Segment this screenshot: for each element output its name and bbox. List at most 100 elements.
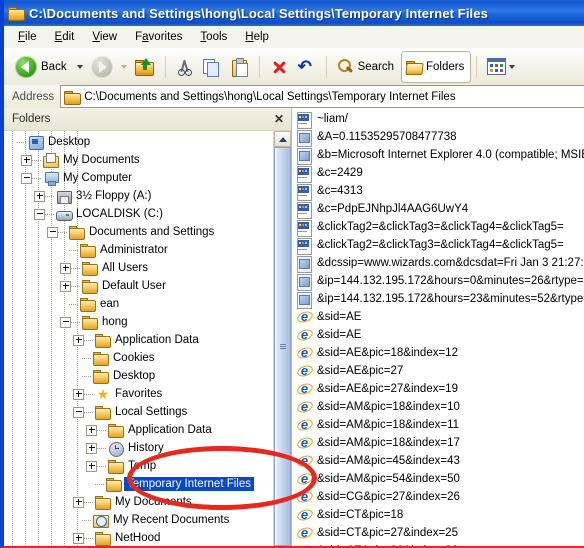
file-list-item[interactable]: e &sid=AM&pic=18&index=10 [292,398,584,416]
file-list-item[interactable]: e &sid=AM&pic=54&index=50 [292,470,584,488]
file-list-item[interactable]: e &sid=AE&pic=27 [292,362,584,380]
folders-button[interactable]: Folders [401,50,472,83]
file-list-item[interactable]: e &sid=AE&pic=27&index=19 [292,380,584,398]
toolbar-separator-2 [258,55,260,78]
forward-button[interactable] [86,51,118,83]
file-list-item[interactable]: &c=PdpEJNhpJl4AAG6UwY4 [292,200,584,219]
search-button[interactable]: Search [332,51,401,83]
tree-item[interactable]: My Documents [4,151,274,169]
file-list[interactable]: ~liam/ &A=0.11535295708477738 &b=Microsoft… [292,108,584,546]
address-input[interactable]: C:\Documents and Settings\hong\Local Set… [60,85,584,108]
tree-item[interactable]: Application Data [4,421,274,439]
file-list-item[interactable]: ~liam/ [292,110,584,129]
tree-item[interactable]: Administrator [4,241,274,259]
expand-plus-icon[interactable] [73,532,84,544]
expand-plus-icon[interactable] [73,496,84,508]
copy-button[interactable] [198,51,226,83]
file-list-item[interactable]: &ip=144.132.195.172&hours=23&minutes=52&… [292,290,584,309]
collapse-minus-icon[interactable] [60,316,71,328]
tree-item[interactable]: Documents and Settings [4,223,274,241]
file-list-item[interactable]: e &sid=AM&pic=18&index=11 [292,416,584,434]
views-button[interactable] [482,51,523,83]
expand-plus-icon[interactable] [34,190,45,202]
tree-item[interactable]: ean [4,295,274,313]
tree-item[interactable]: 3½ Floppy (A:) [4,187,274,205]
gif-file-icon [297,147,312,165]
tree-item[interactable]: Temp [4,457,274,475]
file-list-item[interactable]: &c=2429 [292,164,584,183]
tree-item[interactable]: Application Data [4,331,274,349]
undo-button[interactable]: ↶ [293,51,321,83]
file-list-item[interactable]: e &sid=CG&pic=27&index=26 [292,488,584,506]
tree-item[interactable]: hong [4,313,274,331]
menu-tools[interactable]: Tools [192,29,235,45]
desktop-icon [28,135,44,150]
file-list-item[interactable]: e &sid=AE&pic=18&index=12 [292,344,584,362]
folder-tree[interactable]: Desktop My Documents My Computer 3½ Floppy … [4,131,274,546]
file-list-item[interactable]: &ip=144.132.195.172&hours=0&minutes=26&r… [292,272,584,291]
file-list-item[interactable]: &c=4313 [292,182,584,201]
file-list-item-label: &sid=CT&pic=36&index=32 [317,545,458,546]
file-list-item[interactable]: &A=0.11535295708477738 [292,128,584,147]
collapse-minus-icon[interactable] [47,226,58,238]
tree-item[interactable]: All Users [4,259,274,277]
file-list-item[interactable]: e &sid=CT&pic=27&index=25 [292,524,584,542]
tree-item[interactable]: Cookies [4,349,274,367]
menu-help[interactable]: Help [237,29,277,45]
file-list-item[interactable]: e&sid=CT&pic=36&index=32 [292,542,584,546]
tree-item[interactable]: Default User [4,277,274,295]
delete-button[interactable] [265,51,293,83]
scrollbar-thumb[interactable] [274,147,291,546]
folder-icon [80,297,96,312]
views-chevron-down-icon[interactable] [509,64,516,69]
collapse-minus-icon[interactable] [34,208,45,220]
tree-item[interactable]: Desktop [4,133,274,151]
expand-plus-icon[interactable] [86,442,97,454]
tree-item[interactable]: ★ Favorites [4,385,274,403]
paste-button[interactable] [226,51,254,83]
up-button[interactable] [130,51,160,83]
file-list-item[interactable]: &b=Microsoft Internet Explorer 4.0 (comp… [292,146,584,165]
file-list-item[interactable]: e &sid=AM&pic=18&index=17 [292,434,584,452]
expand-plus-icon[interactable] [73,334,84,346]
tree-item[interactable]: My Computer [4,169,274,187]
menu-favorites[interactable]: Favorites [127,29,190,45]
folder-icon [95,531,111,546]
close-icon[interactable]: ✕ [274,112,284,126]
file-list-item[interactable]: &clickTag2=&clickTag3=&clickTag4=&clickT… [292,218,584,237]
cut-button[interactable] [171,51,198,83]
back-dropdown-chevron-down-icon[interactable] [76,64,83,69]
expand-plus-icon[interactable] [86,460,97,472]
expand-plus-icon[interactable] [60,280,71,292]
expand-plus-icon[interactable] [60,262,71,274]
forward-dropdown-chevron-down-icon[interactable] [120,64,127,69]
tree-item[interactable]: My Documents [4,493,274,511]
tree-item-label: NetHood [115,532,161,544]
tree-item[interactable]: Desktop [4,367,274,385]
collapse-minus-icon[interactable] [21,172,32,184]
gif-file-icon [297,291,312,309]
tree-item[interactable]: NetHood [4,529,274,546]
tree-item[interactable]: LOCALDISK (C:) [4,205,274,223]
tree-item[interactable]: History [4,439,274,457]
menu-view[interactable]: View [84,29,125,45]
collapse-minus-icon[interactable] [73,406,84,418]
folders-pane-scrollbar[interactable] [273,131,291,546]
tree-item-selected[interactable]: Temporary Internet Files [4,475,274,493]
menu-edit[interactable]: Edit [47,29,83,45]
expand-plus-icon[interactable] [86,424,97,436]
menu-file[interactable]: File [10,29,45,45]
file-list-item[interactable]: &clickTag2=&clickTag3=&clickTag4=&clickT… [292,236,584,255]
tree-item[interactable]: Local Settings [4,403,274,421]
file-list-item[interactable]: e &sid=AE [292,326,584,344]
tree-item[interactable]: My Recent Documents [4,511,274,529]
back-button[interactable]: Back [10,51,74,83]
expand-plus-icon[interactable] [73,388,84,400]
expand-plus-icon[interactable] [21,154,32,166]
file-list-item[interactable]: e &sid=AE [292,308,584,326]
file-list-item[interactable]: e &sid=AM&pic=45&index=43 [292,452,584,470]
scroll-up-arrow-icon[interactable] [274,131,291,147]
file-list-item[interactable]: &dcssip=www.wizards.com&dcsdat=Fri Jan 3… [292,254,584,273]
file-list-item[interactable]: e &sid=CT&pic=18 [292,506,584,524]
